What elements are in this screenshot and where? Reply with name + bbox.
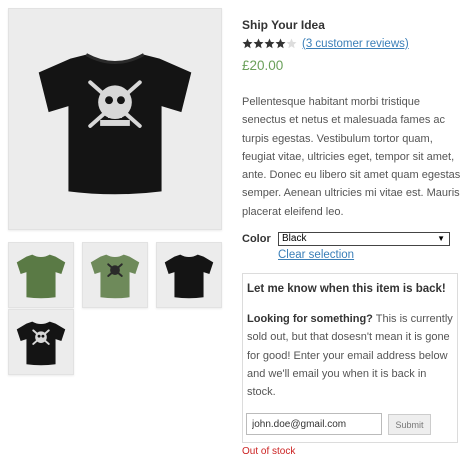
green-tshirt-icon <box>16 254 66 299</box>
thumbnail-green-skull-tshirt[interactable] <box>82 242 148 308</box>
email-input[interactable] <box>246 413 382 435</box>
thumbnail-black-tshirt[interactable] <box>156 242 222 308</box>
stock-status: Out of stock <box>242 446 296 457</box>
product-rating: (3 customer reviews) <box>242 37 409 50</box>
back-in-stock-message: Looking for something? This is currently… <box>247 310 455 401</box>
star-filled-icon <box>264 38 275 49</box>
black-skull-tshirt-icon <box>16 321 66 366</box>
dropdown-caret-icon: ▼ <box>437 234 445 243</box>
submit-button[interactable]: Submit <box>388 414 431 435</box>
product-price: £20.00 <box>242 58 284 73</box>
star-rating <box>242 38 297 49</box>
product-title: Ship Your Idea <box>242 18 325 32</box>
product-description: Pellentesque habitant morbi tristique se… <box>242 96 461 218</box>
product-page: Ship Your Idea (3 customer reviews) £20.… <box>0 0 470 467</box>
thumbnail-black-skull-tshirt[interactable] <box>8 309 74 375</box>
black-tshirt-icon <box>164 254 214 299</box>
thumbnail-green-tshirt[interactable] <box>8 242 74 308</box>
star-filled-icon <box>253 38 264 49</box>
color-label: Color <box>242 233 271 245</box>
green-skull-tshirt-icon <box>90 254 140 299</box>
color-select[interactable]: Black ▼ <box>278 232 450 246</box>
star-filled-icon <box>275 38 286 49</box>
customer-reviews-link[interactable]: (3 customer reviews) <box>302 38 409 50</box>
color-select-value: Black <box>282 233 307 244</box>
clear-selection-link[interactable]: Clear selection <box>278 249 354 261</box>
black-skull-tshirt-image <box>38 53 192 195</box>
back-in-stock-text: This is currently sold out, but that dos… <box>247 313 453 399</box>
main-product-image[interactable] <box>8 8 222 230</box>
star-filled-icon <box>242 38 253 49</box>
back-in-stock-lead: Looking for something? <box>247 313 373 325</box>
back-in-stock-title: Let me know when this item is back! <box>247 283 446 295</box>
star-empty-icon <box>286 38 297 49</box>
